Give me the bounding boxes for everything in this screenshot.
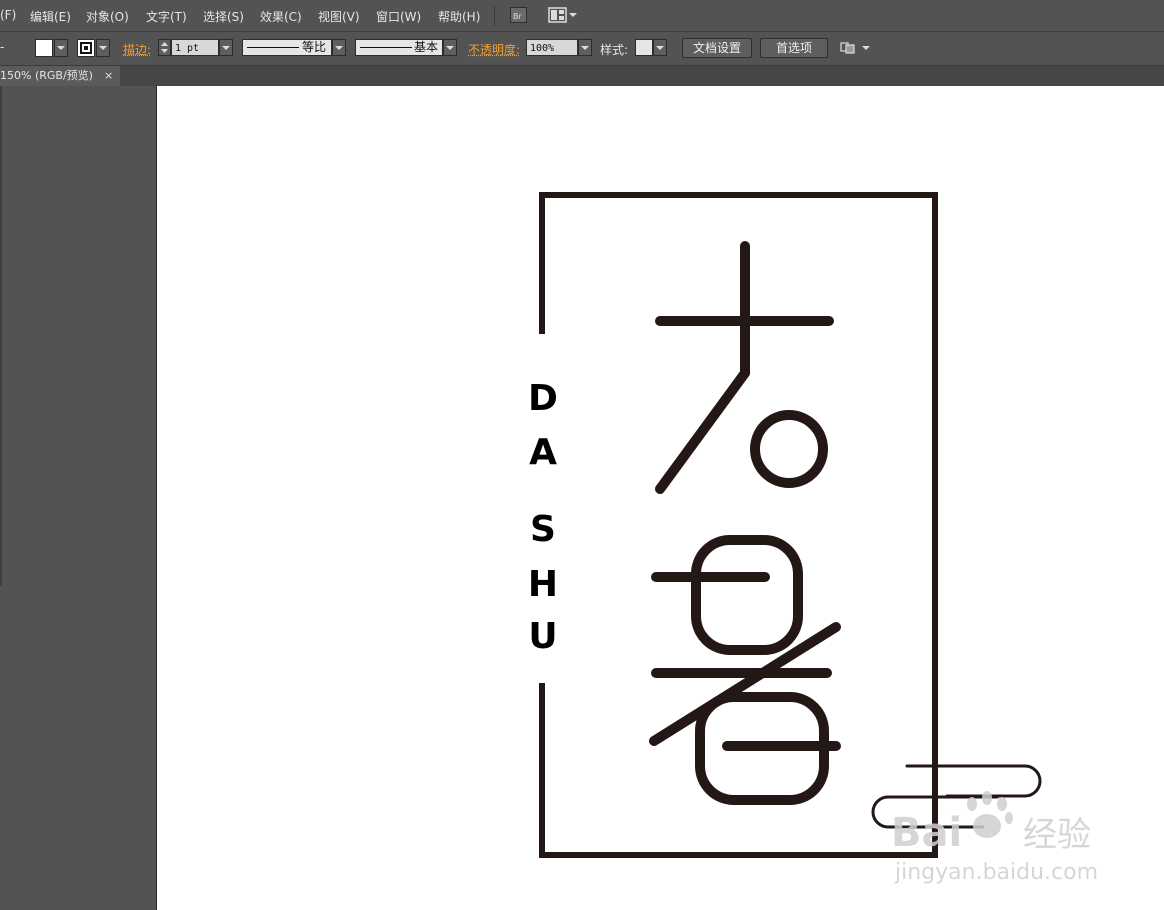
menu-separator [494,6,495,26]
bridge-icon[interactable]: Br [510,7,528,27]
chevron-down-icon [446,46,454,50]
brush-definition-label: 基本 [414,40,439,54]
baidu-watermark: Bai 经验 jingyan.baidu.com [891,791,1098,885]
letter-u: U [528,616,557,657]
chevron-down-icon [335,46,343,50]
character-shu [649,535,841,805]
workspace-left [0,86,157,910]
chevron-down-icon [581,46,589,50]
document-setup-button[interactable]: 文档设置 [682,38,752,58]
menu-select[interactable]: 选择(S) [203,8,244,25]
watermark-url: jingyan.baidu.com [894,860,1098,885]
stroke-swatch[interactable] [77,39,95,57]
paw-icon [967,791,1013,838]
width-profile-select[interactable]: 等比 [242,39,332,56]
letter-h: H [528,564,558,605]
watermark-brand: Bai [891,810,962,856]
menu-object[interactable]: 对象(O) [86,8,129,25]
frame-border [539,192,938,858]
chevron-down-icon [57,46,65,50]
document-tab-title: 150% (RGB/预览) [0,69,93,82]
width-profile-label: 等比 [302,40,327,54]
chevron-down-icon [656,46,664,50]
letter-s: S [530,509,556,550]
control-bar: - 描边: 1 pt 等比 基本 不透明度: 100% 样式: 文档设置 首选项 [0,32,1164,66]
brush-definition-select[interactable]: 基本 [355,39,443,56]
chevron-down-icon [222,46,230,50]
arrange-documents-icon[interactable] [548,7,578,27]
vertical-letters: D A S H U [528,378,558,657]
opacity-label[interactable]: 不透明度: [468,41,520,58]
menu-file[interactable]: (F) [0,8,16,22]
stroke-weight-stepper[interactable] [158,39,171,56]
graphic-style-swatch[interactable] [635,39,653,56]
menu-effect[interactable]: 效果(C) [260,8,302,25]
tools-panel-edge [0,86,2,586]
fill-swatch[interactable] [35,39,53,57]
menu-view[interactable]: 视图(V) [318,8,360,25]
character-da [655,241,834,494]
stroke-weight-field[interactable]: 1 pt [171,39,219,56]
document-tab[interactable]: 150% (RGB/预览) × [0,66,120,86]
artwork-dashu: D A S H U Bai 经验 jingyan.baidu.com [528,192,1098,885]
menu-help[interactable]: 帮助(H) [438,8,480,25]
menu-window[interactable]: 窗口(W) [376,8,421,25]
watermark-suffix: 经验 [1023,815,1091,855]
document-tab-bar: 150% (RGB/预览) × [0,66,1164,86]
arrange-icon[interactable] [840,40,872,59]
svg-text:Br: Br [513,12,522,21]
letter-d: D [528,378,558,419]
stroke-label[interactable]: 描边: [123,41,151,58]
control-bar-edge: - [0,40,5,54]
close-icon[interactable]: × [104,66,113,86]
menu-bar: (F) 编辑(E) 对象(O) 文字(T) 选择(S) 效果(C) 视图(V) … [0,0,1164,32]
opacity-field[interactable]: 100% [526,39,578,56]
letter-a: A [529,432,557,473]
menu-edit[interactable]: 编辑(E) [30,8,71,25]
preferences-button[interactable]: 首选项 [760,38,828,58]
chevron-down-icon [99,46,107,50]
menu-type[interactable]: 文字(T) [146,8,187,25]
artboard-canvas[interactable]: D A S H U Bai 经验 jingyan.baidu.com [157,86,1164,910]
style-label: 样式: [600,43,629,57]
